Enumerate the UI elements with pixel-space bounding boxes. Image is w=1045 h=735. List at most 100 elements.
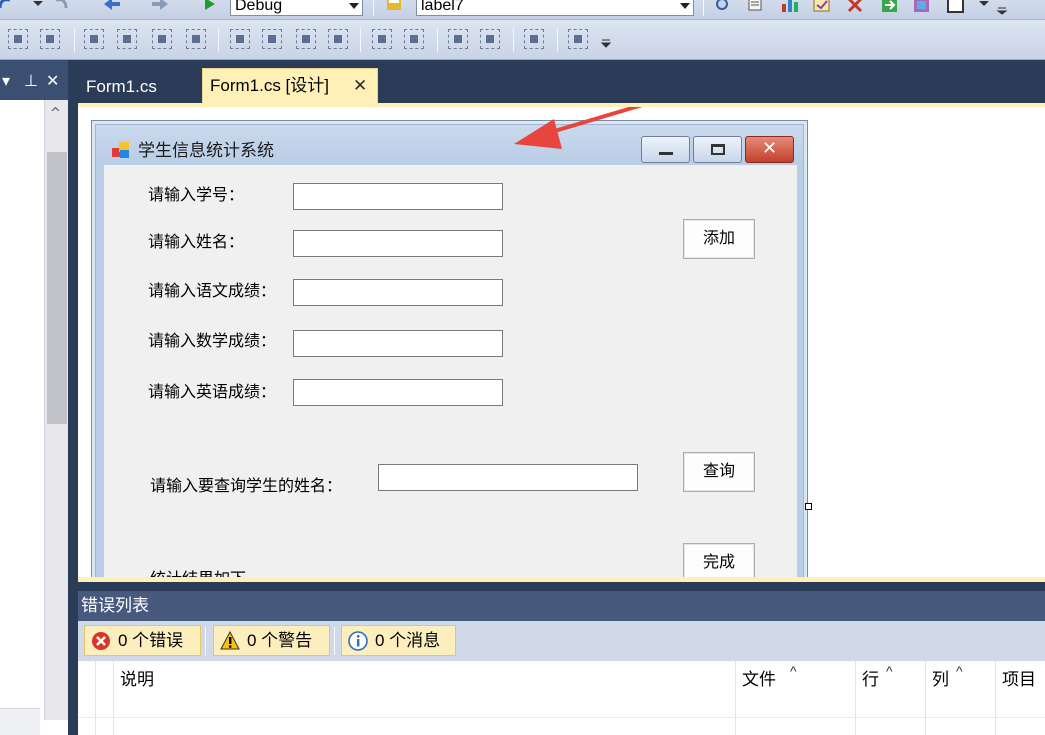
column-header-column[interactable]: 列 ^	[932, 663, 963, 690]
panel-footer	[0, 708, 40, 735]
navigate-backward-icon[interactable]	[102, 0, 122, 14]
toolbar-separator	[513, 28, 514, 52]
column-header-project[interactable]: 项目	[1002, 665, 1036, 690]
toolbar-separator	[360, 28, 361, 52]
toolbar-separator	[557, 28, 558, 52]
column-divider[interactable]	[995, 661, 996, 735]
column-divider[interactable]	[925, 661, 926, 735]
messages-filter-button[interactable]: 0 个消息	[341, 625, 456, 656]
chevron-down-icon	[680, 3, 690, 9]
align-to-grid-icon[interactable]	[8, 29, 28, 49]
splitter[interactable]	[68, 60, 78, 735]
column-divider[interactable]	[95, 661, 96, 735]
errors-filter-button[interactable]: 0 个错误	[84, 625, 201, 656]
column-divider[interactable]	[855, 661, 856, 735]
toolbar-separator	[205, 627, 206, 655]
toolbar-overflow-icon[interactable]	[596, 34, 616, 52]
redo-icon[interactable]	[50, 0, 70, 14]
error-list-toolbar: 0 个错误 0 个警告 0 个消息	[78, 621, 1045, 661]
dropdown-arrow-icon[interactable]	[28, 0, 48, 12]
pin-icon[interactable]: ⊥	[24, 71, 38, 90]
find-symbol-icon[interactable]	[713, 0, 733, 14]
undo-icon[interactable]	[0, 0, 16, 14]
align-centers-icon[interactable]	[84, 29, 104, 49]
layout-toolbar	[0, 20, 1045, 60]
navigate-forward-icon[interactable]	[150, 0, 170, 14]
toolbar-overflow-icon[interactable]	[992, 0, 1012, 16]
row-divider	[78, 717, 1045, 718]
make-same-height-icon[interactable]	[296, 29, 316, 49]
standard-toolbar: Debug label7	[0, 0, 1045, 20]
tab-form1-designer[interactable]: Form1.cs [设计] ✕	[202, 68, 378, 103]
sort-caret-icon: ^	[790, 663, 797, 679]
sort-caret-icon: ^	[886, 663, 893, 679]
column-header-file[interactable]: 文件 ^	[742, 663, 797, 690]
designer-surface: 学生信息统计系统 ✕ 请输入学号： 请输入姓名： 添加 请输入语文成绩： 请输入…	[78, 107, 1045, 577]
dropdown-arrow-icon[interactable]	[974, 0, 994, 12]
align-middles-icon[interactable]	[186, 29, 206, 49]
tab-label: Form1.cs [设计]	[210, 76, 330, 95]
align-tops-icon[interactable]	[152, 29, 172, 49]
errors-count-label: 0 个错误	[118, 631, 184, 650]
send-to-back-icon[interactable]	[480, 29, 500, 49]
solution-configuration-combo[interactable]: Debug	[230, 0, 363, 16]
left-tool-window: ▾ ⊥ ✕ ^	[0, 60, 68, 735]
make-same-size-icon[interactable]	[328, 29, 348, 49]
column-header-description[interactable]: 说明	[120, 665, 154, 690]
warning-icon	[220, 631, 240, 650]
warnings-count-label: 0 个警告	[247, 631, 313, 650]
find-in-files-icon[interactable]	[385, 0, 405, 14]
align-bottoms-icon[interactable]	[230, 29, 250, 49]
center-horizontally-icon[interactable]	[372, 29, 392, 49]
toolbar-separator	[334, 627, 335, 655]
solution-configuration-value: Debug	[235, 0, 283, 14]
column-header-line-label: 行	[862, 670, 879, 689]
tab-form1-code[interactable]: Form1.cs	[80, 72, 198, 104]
chevron-down-icon	[349, 3, 359, 9]
warnings-filter-button[interactable]: 0 个警告	[213, 625, 330, 656]
toolbar-separator	[218, 28, 219, 52]
tab-order-icon[interactable]	[524, 29, 544, 49]
info-icon	[348, 631, 368, 651]
tools-icon[interactable]	[846, 0, 866, 14]
column-header-column-label: 列	[932, 670, 949, 689]
chevron-up-icon[interactable]: ^	[50, 106, 61, 121]
align-lefts-icon[interactable]	[40, 29, 60, 49]
center-vertically-icon[interactable]	[404, 29, 424, 49]
toolbar-separator	[703, 0, 704, 16]
error-list-title: 错误列表	[78, 591, 1045, 621]
start-page-icon[interactable]	[880, 0, 900, 14]
tab-label: Form1.cs	[86, 77, 157, 96]
window-position-icon[interactable]: ▾	[2, 71, 10, 90]
error-icon	[92, 632, 110, 650]
error-list-grid: 说明 文件 ^ 行 ^ 列 ^ 项目	[78, 661, 1045, 735]
messages-count-label: 0 个消息	[375, 631, 441, 650]
lock-controls-icon[interactable]	[568, 29, 588, 49]
annotation-arrow	[514, 107, 643, 149]
toolbar-separator	[437, 28, 438, 52]
tool-window-header: ▾ ⊥ ✕	[0, 60, 68, 100]
align-rights-icon[interactable]	[117, 29, 137, 49]
close-icon[interactable]: ✕	[353, 69, 367, 103]
column-divider[interactable]	[735, 661, 736, 735]
find-combo[interactable]: label7	[416, 0, 694, 16]
class-view-icon[interactable]	[912, 0, 932, 14]
properties-icon[interactable]	[746, 0, 766, 14]
column-header-line[interactable]: 行 ^	[862, 663, 893, 690]
find-combo-value: label7	[421, 0, 464, 14]
toolbar-separator	[373, 0, 374, 16]
column-header-file-label: 文件	[742, 670, 776, 689]
make-same-width-icon[interactable]	[262, 29, 282, 49]
close-icon[interactable]: ✕	[46, 71, 59, 90]
designer-bottom-edge	[78, 577, 1045, 582]
bring-to-front-icon[interactable]	[448, 29, 468, 49]
object-browser-icon[interactable]	[780, 0, 800, 14]
vertical-scrollbar[interactable]: ^	[44, 100, 68, 720]
start-debugging-icon[interactable]	[200, 0, 220, 14]
column-divider[interactable]	[113, 661, 114, 735]
toolbox-icon[interactable]	[812, 0, 832, 14]
toolbar-separator	[74, 28, 75, 52]
window-layout-icon[interactable]	[946, 0, 966, 14]
sort-caret-icon: ^	[956, 663, 963, 679]
scrollbar-thumb[interactable]	[47, 152, 67, 424]
